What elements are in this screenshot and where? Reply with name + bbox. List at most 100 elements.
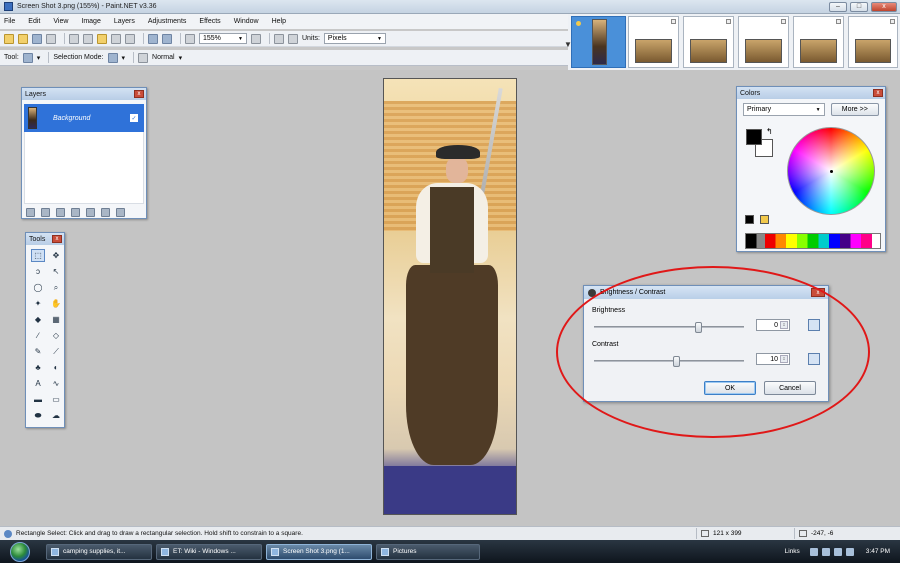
undo-icon[interactable]	[148, 33, 158, 44]
image-tab[interactable]	[848, 16, 898, 68]
zoom-out-icon[interactable]	[185, 33, 195, 44]
palette-menu-icon[interactable]	[760, 215, 769, 224]
chevron-down-icon[interactable]: ▾	[122, 54, 126, 62]
eraser-icon[interactable]: ◇	[49, 329, 63, 342]
menu-view[interactable]: View	[53, 18, 68, 25]
blend-mode-icon[interactable]	[138, 52, 149, 63]
print-icon[interactable]	[46, 33, 56, 44]
ok-button[interactable]: OK	[704, 381, 756, 395]
image-tab[interactable]	[683, 16, 734, 68]
layer-properties-icon[interactable]	[116, 208, 125, 217]
lasso-select-icon[interactable]: ↄ	[31, 265, 45, 278]
magic-wand-icon[interactable]: ✦	[31, 297, 45, 310]
menu-layers[interactable]: Layers	[114, 18, 135, 25]
pencil-icon[interactable]: ✎	[31, 345, 45, 358]
color-picker-icon[interactable]: ⟋	[49, 345, 63, 358]
zoom-icon[interactable]: ⌕	[49, 281, 63, 294]
dialog-title-bar[interactable]: Brightness / Contrast x	[584, 286, 828, 299]
cancel-button[interactable]: Cancel	[764, 381, 816, 395]
menu-edit[interactable]: Edit	[28, 18, 40, 25]
close-icon[interactable]: x	[873, 89, 883, 97]
new-file-icon[interactable]	[4, 33, 14, 44]
open-file-icon[interactable]	[18, 33, 28, 44]
clock[interactable]: 3:47 PM	[866, 548, 890, 555]
reset-brightness-button[interactable]	[808, 319, 820, 331]
layer-item-background[interactable]: Background ✓	[24, 104, 144, 132]
reset-contrast-button[interactable]	[808, 353, 820, 365]
add-layer-icon[interactable]	[26, 208, 35, 217]
color-mode-select[interactable]: Primary ▼	[743, 103, 825, 116]
close-tab-icon[interactable]	[781, 19, 786, 24]
move-selection-icon[interactable]: ↖	[49, 265, 63, 278]
taskbar-item-pictures[interactable]: Pictures	[376, 543, 480, 560]
layers-title-bar[interactable]: Layers x	[22, 88, 146, 100]
tray-app-icon[interactable]	[833, 547, 842, 556]
ellipse-select-icon[interactable]: ◯	[31, 281, 45, 294]
maximize-button[interactable]: □	[850, 1, 868, 12]
swap-colors-icon[interactable]: ↰	[766, 127, 773, 136]
brightness-slider-thumb[interactable]	[695, 322, 702, 333]
gradient-icon[interactable]: ▦	[49, 313, 63, 326]
paste-icon[interactable]	[97, 33, 107, 44]
delete-layer-icon[interactable]	[41, 208, 50, 217]
close-tab-icon[interactable]	[836, 19, 841, 24]
ellipse-icon[interactable]: ⬬	[31, 409, 45, 422]
layer-visibility-checkbox[interactable]: ✓	[130, 114, 138, 122]
brightness-slider[interactable]	[594, 322, 744, 333]
contrast-slider-thumb[interactable]	[672, 356, 680, 367]
save-icon[interactable]	[32, 33, 42, 44]
brightness-input[interactable]: 0 ↕	[756, 319, 790, 331]
menu-adjustments[interactable]: Adjustments	[148, 18, 187, 25]
rectangle-select-icon[interactable]: ⬚	[31, 249, 45, 262]
blend-mode-value[interactable]: Normal	[152, 54, 175, 61]
menu-effects[interactable]: Effects	[199, 18, 220, 25]
zoom-select[interactable]: 155% ▼	[199, 33, 247, 44]
links-toolbar[interactable]: Links	[785, 548, 800, 555]
tools-title-bar[interactable]: Tools x	[26, 233, 64, 245]
deselect-icon[interactable]	[125, 33, 135, 44]
volume-icon[interactable]	[821, 547, 830, 556]
close-icon[interactable]: x	[134, 90, 144, 98]
zoom-in-icon[interactable]	[251, 33, 261, 44]
image-tab[interactable]	[793, 16, 844, 68]
spin-arrows-icon[interactable]: ↕	[780, 355, 788, 363]
rectangle-select-icon[interactable]	[22, 52, 33, 63]
start-button[interactable]	[10, 541, 30, 562]
close-tab-icon[interactable]	[726, 19, 731, 24]
menu-window[interactable]: Window	[234, 18, 259, 25]
close-icon[interactable]: x	[811, 288, 825, 297]
rounded-rectangle-icon[interactable]: ▭	[49, 393, 63, 406]
text-icon[interactable]: A	[31, 377, 45, 390]
contrast-input[interactable]: 10 ↕	[756, 353, 790, 365]
units-select[interactable]: Pixels ▼	[323, 33, 386, 44]
network-icon[interactable]	[809, 547, 818, 556]
copy-icon[interactable]	[83, 33, 93, 44]
image-tab[interactable]	[738, 16, 789, 68]
image-tab-active[interactable]	[571, 16, 626, 68]
cut-icon[interactable]	[69, 33, 79, 44]
move-selected-icon[interactable]: ✥	[49, 249, 63, 262]
rectangle-icon[interactable]: ▬	[31, 393, 45, 406]
reset-colors-icon[interactable]	[745, 215, 754, 224]
image-tab[interactable]	[628, 16, 679, 68]
close-tab-icon[interactable]	[890, 19, 895, 24]
paint-bucket-icon[interactable]: ◆	[31, 313, 45, 326]
pan-icon[interactable]: ✋	[49, 297, 63, 310]
taskbar-item-wiki[interactable]: ET: Wiki - Windows ...	[156, 543, 262, 560]
freeform-shape-icon[interactable]: ☁	[49, 409, 63, 422]
menu-file[interactable]: File	[4, 18, 15, 25]
contrast-slider[interactable]	[594, 356, 744, 367]
duplicate-layer-icon[interactable]	[56, 208, 65, 217]
clone-stamp-icon[interactable]: ♣	[31, 361, 45, 374]
color-palette[interactable]	[745, 233, 881, 249]
color-wheel[interactable]	[787, 127, 875, 215]
menu-image[interactable]: Image	[81, 18, 100, 25]
recolor-icon[interactable]: ◐	[49, 361, 63, 374]
image-canvas[interactable]	[383, 78, 517, 515]
close-icon[interactable]: x	[52, 235, 62, 243]
paintbrush-icon[interactable]: ∕	[31, 329, 45, 342]
primary-color-swatch[interactable]	[746, 129, 762, 145]
move-layer-up-icon[interactable]	[86, 208, 95, 217]
chevron-down-icon[interactable]: ▾	[37, 54, 41, 62]
taskbar-item-paintnet[interactable]: Screen Shot 3.png (1...	[266, 543, 372, 560]
